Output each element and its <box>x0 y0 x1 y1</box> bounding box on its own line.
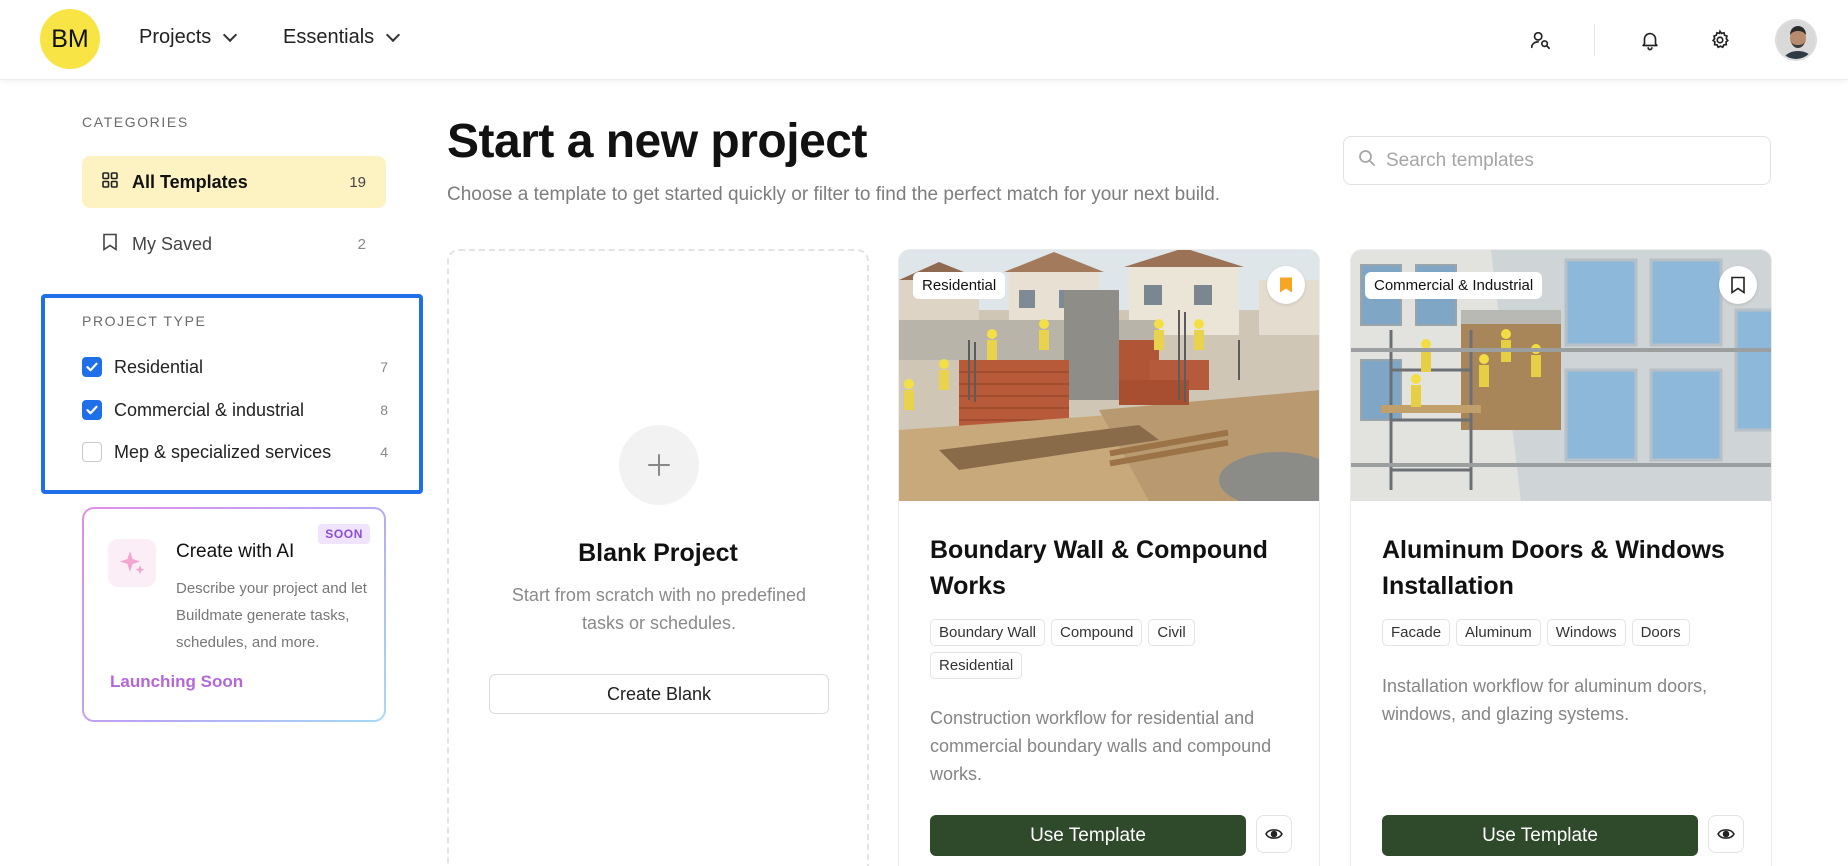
page-title: Start a new project <box>447 115 867 168</box>
ai-card-title: Create with AI <box>176 541 295 562</box>
tag: Compound <box>1051 619 1143 646</box>
tag: Civil <box>1148 619 1195 646</box>
nav-essentials-menu[interactable]: Essentials <box>283 26 401 49</box>
buildmate-logo[interactable]: BM <box>40 9 100 69</box>
template-title: Aluminum Doors & Windows Installation <box>1382 536 1725 600</box>
project-type-heading: PROJECT TYPE <box>82 313 207 329</box>
filter-commercial-industrial[interactable]: Commercial & industrial 8 <box>82 395 388 425</box>
category-label: All Templates <box>132 171 248 192</box>
preview-eye-icon[interactable] <box>1256 815 1292 853</box>
tag: Windows <box>1546 619 1626 646</box>
category-badge: Residential <box>913 272 1006 299</box>
filter-mep-specialized[interactable]: Mep & specialized services 4 <box>82 437 388 467</box>
user-avatar[interactable] <box>1775 19 1817 61</box>
template-tags: Boundary Wall Compound Civil Residential <box>930 619 1290 679</box>
category-label: My Saved <box>132 233 213 254</box>
nav-essentials-label: Essentials <box>283 26 375 48</box>
checkbox-checked[interactable] <box>82 357 102 377</box>
blank-project-description: Start from scratch with no predefined ta… <box>511 585 807 633</box>
blank-project-title: Blank Project <box>578 539 738 567</box>
grid-icon <box>102 171 118 193</box>
search-icon <box>1358 149 1376 172</box>
tag: Aluminum <box>1456 619 1541 646</box>
filter-count: 8 <box>380 402 388 418</box>
create-blank-button[interactable]: Create Blank <box>489 674 829 714</box>
tag: Boundary Wall <box>930 619 1045 646</box>
header-divider <box>1594 24 1595 56</box>
template-description: Installation workflow for aluminum doors… <box>1382 676 1708 724</box>
user-search-icon[interactable] <box>1524 24 1556 56</box>
chevron-down-icon <box>223 27 238 42</box>
tag: Residential <box>930 652 1023 679</box>
category-count: 19 <box>349 173 366 191</box>
template-card-boundary-wall[interactable]: Residential Boundary Wall & Compound Wor… <box>898 249 1320 866</box>
category-my-saved[interactable]: My Saved 2 <box>82 218 386 270</box>
create-with-ai-card: Create with AI SOON Describe your projec… <box>82 507 386 722</box>
chevron-down-icon <box>386 27 401 42</box>
bookmark-icon <box>102 233 118 256</box>
filter-residential[interactable]: Residential 7 <box>82 352 388 382</box>
checkbox-unchecked[interactable] <box>82 442 102 462</box>
category-count: 2 <box>357 235 366 253</box>
add-blank-button[interactable] <box>619 425 699 505</box>
checkbox-checked[interactable] <box>82 400 102 420</box>
template-title: Boundary Wall & Compound Works <box>930 536 1268 600</box>
page-subtitle: Choose a template to get started quickly… <box>447 184 1221 205</box>
ai-card-description: Describe your project and let Buildmate … <box>176 580 367 651</box>
template-card-aluminum-doors-windows[interactable]: Commercial & Industrial Aluminum Doors &… <box>1350 249 1772 866</box>
soon-badge: SOON <box>318 524 370 544</box>
preview-eye-icon[interactable] <box>1708 815 1744 853</box>
use-template-button[interactable]: Use Template <box>930 815 1246 856</box>
filter-label: Residential <box>114 356 204 377</box>
filter-label: Mep & specialized services <box>114 441 332 462</box>
nav-projects-label: Projects <box>139 26 212 48</box>
tag: Facade <box>1382 619 1451 646</box>
bell-icon[interactable] <box>1634 24 1666 56</box>
filter-label: Commercial & industrial <box>114 399 305 420</box>
top-navigation-bar: BM Projects Essentials <box>0 0 1848 80</box>
plus-icon <box>648 454 670 476</box>
gear-icon[interactable] <box>1704 24 1736 56</box>
category-all-templates[interactable]: All Templates 19 <box>82 156 386 208</box>
use-template-button[interactable]: Use Template <box>1382 815 1698 856</box>
sparkle-icon <box>108 539 156 587</box>
bookmark-icon[interactable] <box>1719 266 1757 304</box>
search-templates[interactable] <box>1343 136 1771 185</box>
tag: Doors <box>1631 619 1690 646</box>
search-input[interactable] <box>1386 149 1746 172</box>
filter-count: 4 <box>380 444 388 460</box>
nav-projects-menu[interactable]: Projects <box>139 26 238 49</box>
bookmark-saved-icon[interactable] <box>1267 266 1305 304</box>
blank-project-card[interactable]: Blank Project Start from scratch with no… <box>447 249 869 866</box>
template-description: Construction workflow for residential an… <box>930 708 1272 784</box>
filter-count: 7 <box>380 359 388 375</box>
launching-soon-label: Launching Soon <box>110 672 244 691</box>
categories-heading: CATEGORIES <box>82 114 189 130</box>
category-badge: Commercial & Industrial <box>1365 272 1543 299</box>
template-tags: Facade Aluminum Windows Doors <box>1382 619 1742 646</box>
